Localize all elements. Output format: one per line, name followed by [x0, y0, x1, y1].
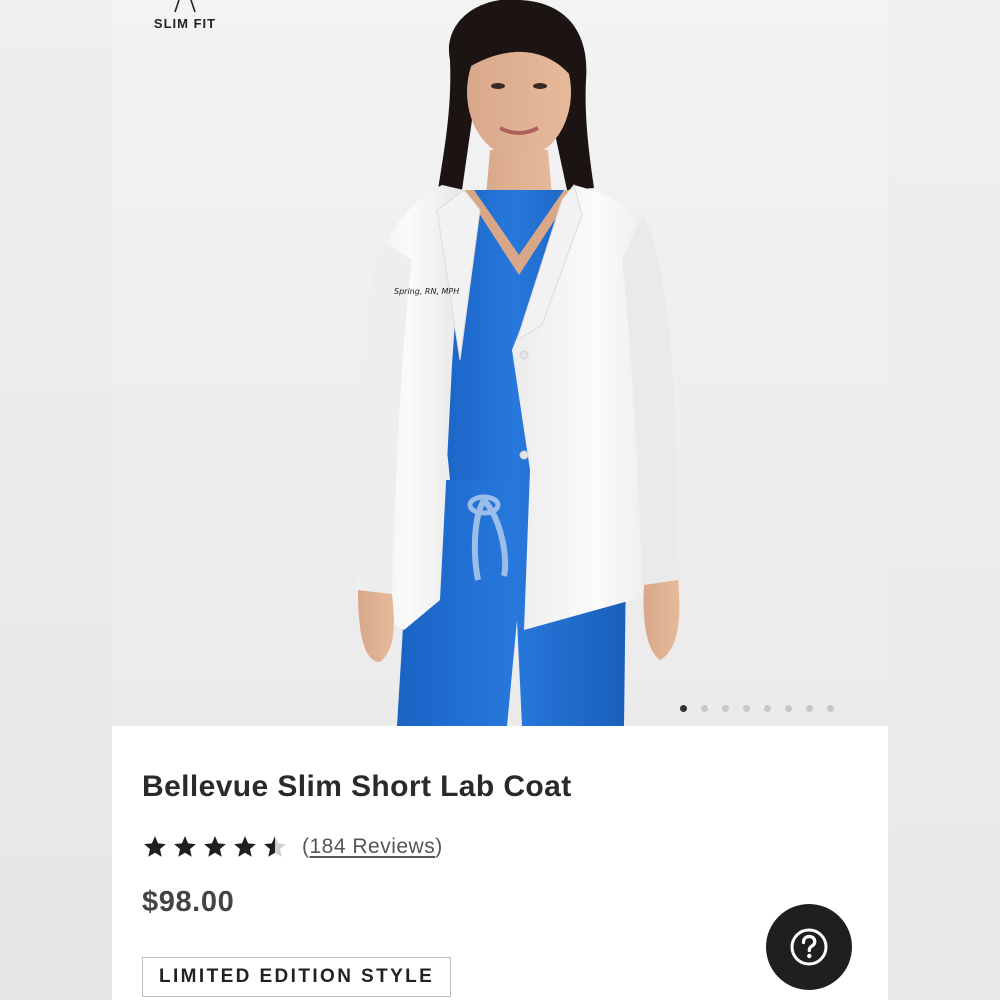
fit-label: SLIM FIT — [153, 16, 217, 31]
carousel-dot[interactable] — [680, 704, 687, 712]
star-half-icon — [264, 836, 286, 857]
star-full-icon — [204, 836, 226, 857]
product-title: Bellevue Slim Short Lab Coat — [142, 770, 572, 803]
star-full-icon — [234, 836, 256, 857]
star-rating — [142, 834, 288, 860]
limited-edition-badge: LIMITED EDITION STYLE — [142, 957, 452, 997]
right-margin — [888, 0, 1000, 1000]
star-full-icon — [144, 836, 166, 857]
product-photo: Spring, RN, MPH — [354, 0, 680, 726]
carousel-dot[interactable] — [701, 704, 708, 712]
rating-row: (184 Reviews) — [142, 832, 443, 862]
reviews-paren-close: ) — [435, 835, 443, 858]
carousel-dot[interactable] — [764, 704, 771, 712]
carousel-dot[interactable] — [785, 704, 792, 712]
question-mark-icon — [790, 928, 828, 966]
product-image-gallery[interactable]: Spring, RN, MPH SLIM FIT — [112, 0, 888, 726]
left-margin — [0, 0, 112, 1000]
carousel-dot[interactable] — [827, 704, 834, 712]
product-price: $98.00 — [142, 886, 235, 918]
fit-silhouette-icon — [174, 0, 196, 13]
help-button[interactable] — [766, 904, 852, 990]
carousel-dot[interactable] — [806, 704, 813, 712]
reviews-count: (184 Reviews) — [302, 835, 443, 859]
carousel-dot[interactable] — [722, 704, 729, 712]
carousel-dots — [680, 703, 834, 713]
product-card: Spring, RN, MPH SLIM FIT Bellevue Slim S… — [112, 0, 888, 1000]
star-full-icon — [174, 836, 196, 857]
carousel-dot[interactable] — [743, 704, 750, 712]
reviews-paren-open: ( — [302, 835, 310, 858]
reviews-link[interactable]: 184 Reviews — [310, 835, 436, 858]
coat-embroidery: Spring, RN, MPH — [394, 287, 459, 296]
fit-badge: SLIM FIT — [130, 0, 240, 44]
